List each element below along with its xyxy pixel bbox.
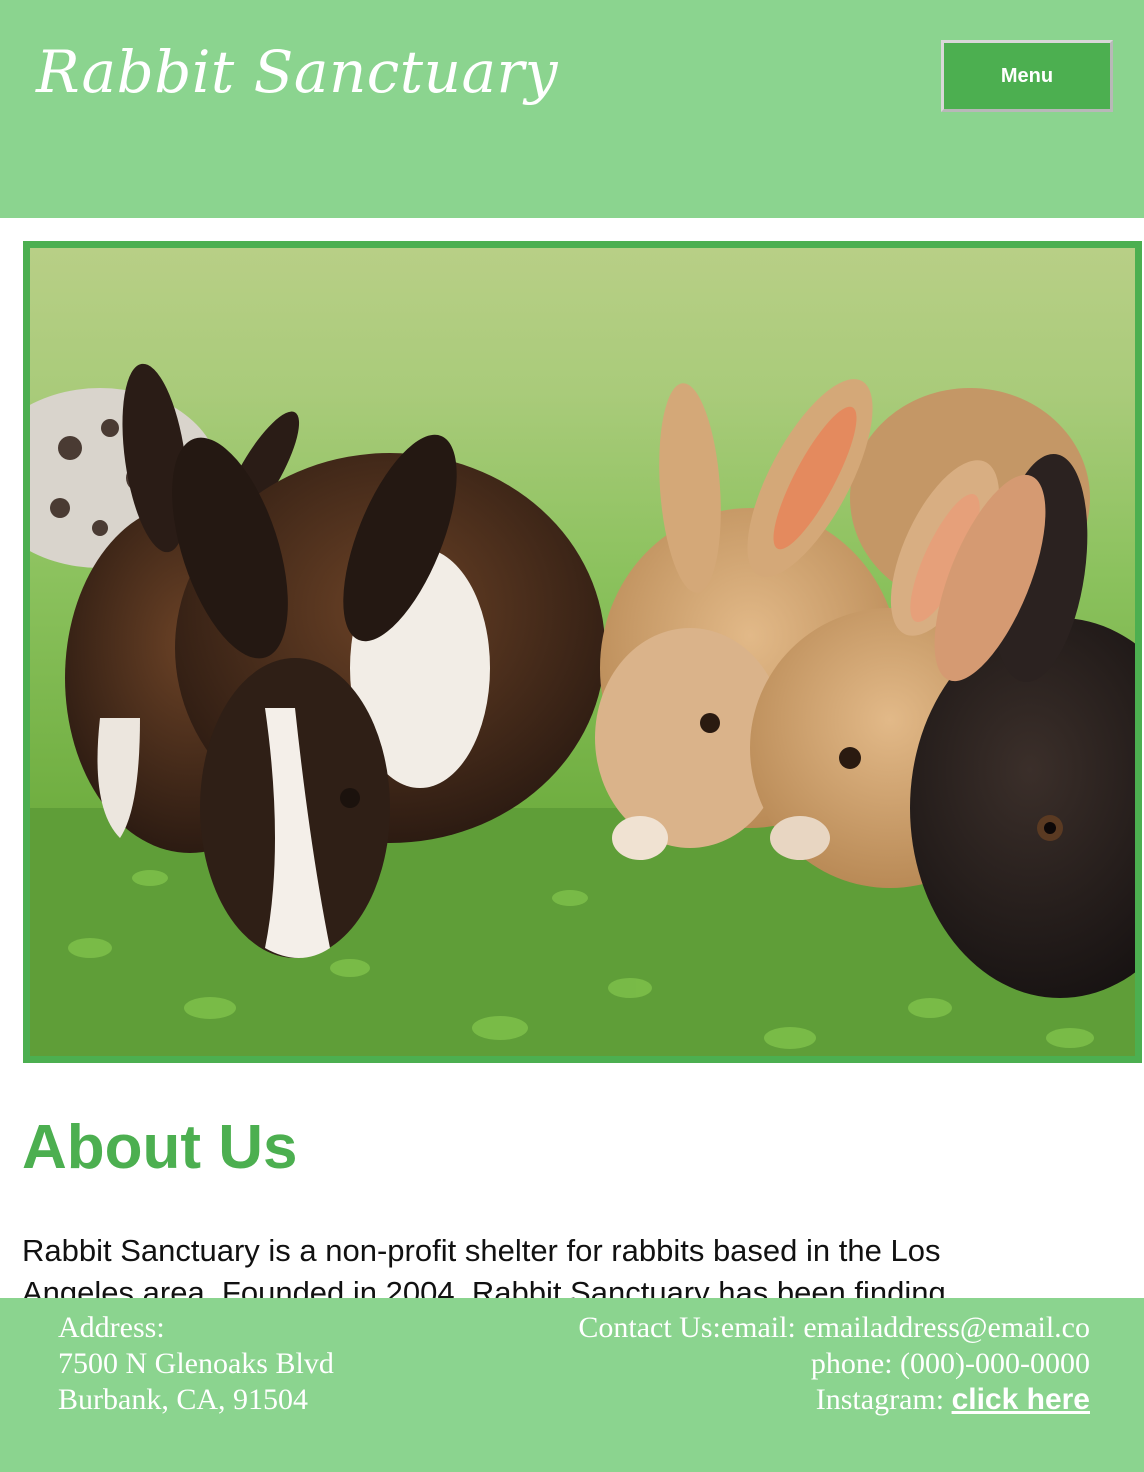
about-text-line-1: Rabbit Sanctuary is a non-profit shelter… (22, 1233, 941, 1268)
instagram-link[interactable]: click here (952, 1383, 1090, 1416)
rabbits-photo (30, 248, 1135, 1056)
address-block: Address: 7500 N Glenoaks Blvd Burbank, C… (58, 1310, 334, 1418)
instagram-line: Instagram: click here (578, 1382, 1090, 1418)
contact-block: Contact Us:email: emailaddress@email.co … (578, 1310, 1090, 1418)
contact-phone: phone: (000)-000-0000 (810, 1347, 1090, 1380)
address-label: Address: (58, 1311, 165, 1344)
menu-button[interactable]: Menu (941, 40, 1113, 112)
site-header: Rabbit Sanctuary Menu (0, 0, 1144, 218)
about-heading: About Us (22, 1113, 298, 1182)
contact-email: Contact Us:email: emailaddress@email.co (578, 1311, 1090, 1344)
hero-image (23, 241, 1142, 1063)
address-line-2: Burbank, CA, 91504 (58, 1383, 308, 1416)
site-footer: Address: 7500 N Glenoaks Blvd Burbank, C… (0, 1298, 1144, 1472)
address-line-1: 7500 N Glenoaks Blvd (58, 1347, 334, 1380)
site-title: Rabbit Sanctuary (36, 38, 559, 106)
instagram-label: Instagram: (815, 1383, 952, 1416)
